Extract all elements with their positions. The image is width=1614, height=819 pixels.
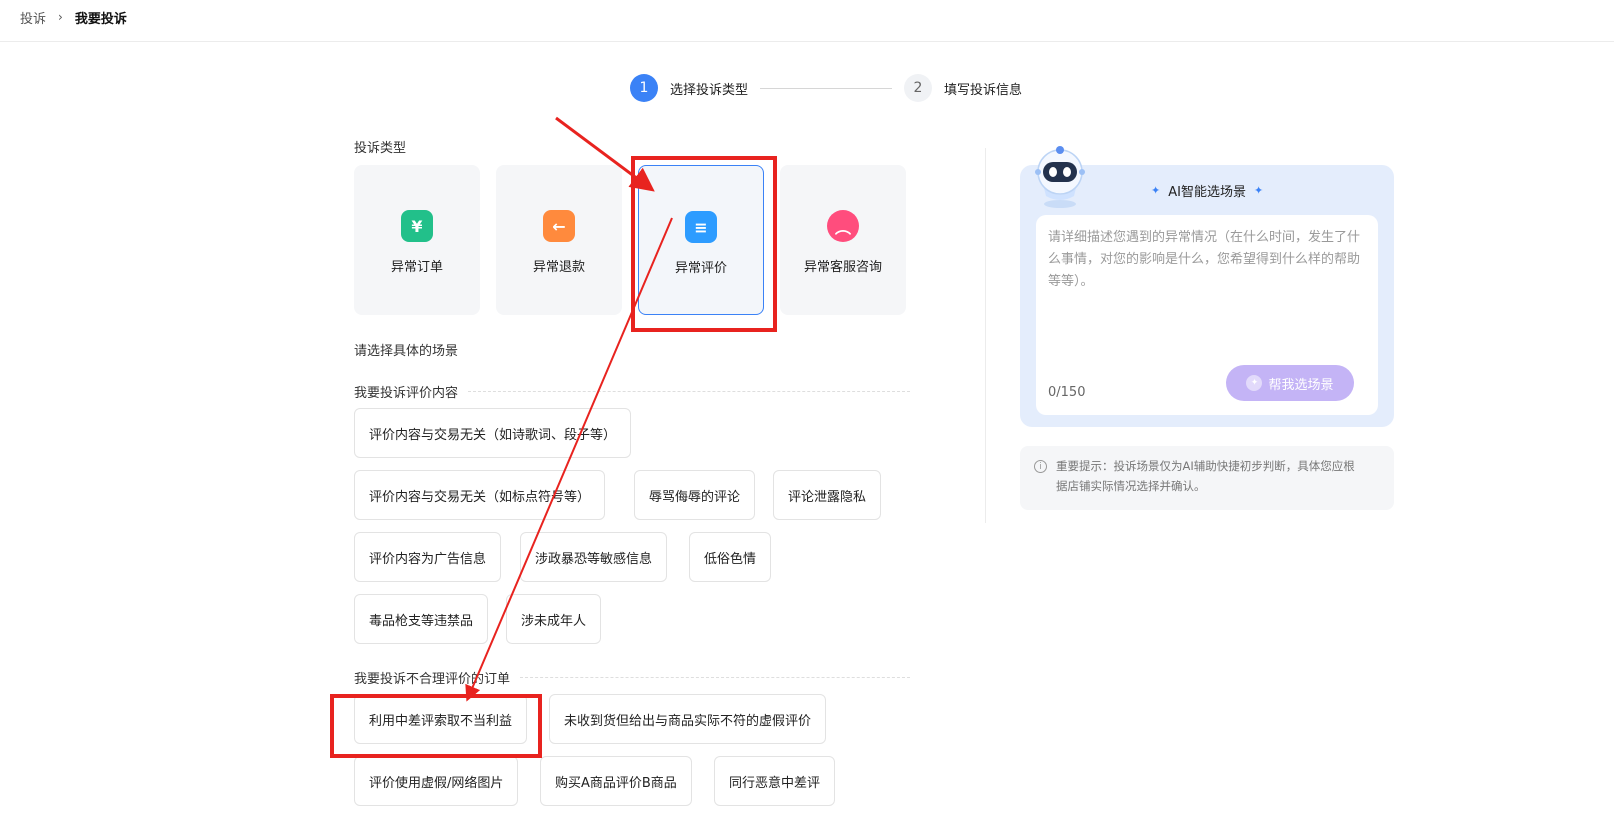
scene-chip[interactable]: 评论泄露隐私	[773, 470, 882, 520]
scene-title: 请选择具体的场景	[354, 344, 459, 359]
scene-chip[interactable]: 购买A商品评价B商品	[540, 756, 692, 806]
dashed-divider	[520, 677, 910, 678]
type-card-refund[interactable]: ← 异常退款	[496, 165, 622, 315]
stepper: 1 选择投诉类型 2 填写投诉信息	[630, 74, 1022, 102]
scene-chip[interactable]: 未收到货但给出与商品实际不符的虚假评价	[549, 694, 827, 744]
ai-input-box: 0/150 ✦ 帮我选场景	[1036, 215, 1378, 415]
scene-chip[interactable]: 低俗色情	[689, 532, 772, 582]
ai-select-scene-label: 帮我选场景	[1268, 377, 1334, 393]
scene-chip[interactable]: 辱骂侮辱的评论	[634, 470, 756, 520]
character-counter: 0/150	[1048, 385, 1086, 400]
ai-panel-header: ✦ AI智能选场景 ✦	[1143, 181, 1271, 200]
type-card-service[interactable]: ︵ 异常客服咨询	[780, 165, 906, 315]
notice-text: 重要提示：投诉场景仅为AI辅助快捷初步判断，具体您应根据店铺实际情况选择并确认。	[1056, 459, 1355, 493]
ai-select-scene-button[interactable]: ✦ 帮我选场景	[1226, 365, 1354, 401]
yen-receipt-icon: ¥	[401, 210, 433, 242]
sparkle-icon: ✦	[1253, 184, 1264, 197]
step-2-number: 2	[904, 74, 933, 102]
header-divider	[0, 41, 1614, 42]
scene-chip[interactable]: 涉未成年人	[506, 594, 602, 644]
scene-group-header: 我要投诉评价内容	[354, 382, 910, 401]
scene-chip[interactable]: 评价使用虚假/网络图片	[354, 756, 519, 806]
type-card-review[interactable]: ≡ 异常评价	[638, 165, 764, 315]
ai-panel-title: AI智能选场景	[1168, 185, 1246, 200]
type-card-order[interactable]: ¥ 异常订单	[354, 165, 480, 315]
breadcrumb-current: 我要投诉	[74, 11, 127, 27]
type-card-label: 异常订单	[390, 260, 443, 275]
notice-box: i 重要提示：投诉场景仅为AI辅助快捷初步判断，具体您应根据店铺实际情况选择并确…	[1020, 446, 1394, 510]
scene-chip[interactable]: 利用中差评索取不当利益	[354, 694, 528, 744]
sparkle-icon: ✦	[1246, 375, 1263, 391]
step-1-number: 1	[630, 74, 658, 102]
step-1-label: 选择投诉类型	[670, 82, 749, 98]
sad-chat-icon: ︵	[827, 210, 859, 242]
scene-group-header: 我要投诉不合理评价的订单	[354, 668, 910, 687]
breadcrumb-parent-link[interactable]: 投诉	[20, 8, 46, 27]
column-divider	[985, 148, 986, 523]
scene-chip[interactable]: 毒品枪支等违禁品	[354, 594, 489, 644]
scene-description-input[interactable]	[1048, 227, 1366, 357]
complaint-type-title: 投诉类型	[354, 141, 407, 156]
type-card-label: 异常客服咨询	[803, 260, 882, 275]
chevron-right-icon: ›	[58, 10, 63, 24]
step-connector	[760, 87, 893, 89]
step-2-label: 填写投诉信息	[944, 82, 1023, 98]
scene-group-title: 我要投诉评价内容	[354, 386, 459, 401]
refund-arrow-icon: ←	[543, 210, 575, 242]
sparkle-icon: ✦	[1151, 184, 1161, 197]
scene-chip[interactable]: 评价内容为广告信息	[354, 532, 502, 582]
scene-chip[interactable]: 同行恶意中差评	[714, 756, 836, 806]
breadcrumb: 投诉 › 我要投诉	[20, 7, 127, 27]
dashed-divider	[468, 391, 910, 392]
scene-group-title: 我要投诉不合理评价的订单	[354, 672, 511, 687]
type-card-label: 异常退款	[532, 260, 585, 275]
ai-robot-icon	[1035, 146, 1085, 208]
info-icon: i	[1034, 460, 1047, 473]
edit-review-icon: ≡	[685, 211, 717, 243]
scene-chip[interactable]: 评价内容与交易无关（如标点符号等）	[354, 470, 606, 520]
scene-chip[interactable]: 涉政暴恐等敏感信息	[520, 532, 668, 582]
scene-chip[interactable]: 评价内容与交易无关（如诗歌词、段子等）	[354, 408, 632, 458]
type-card-label: 异常评价	[674, 261, 727, 276]
